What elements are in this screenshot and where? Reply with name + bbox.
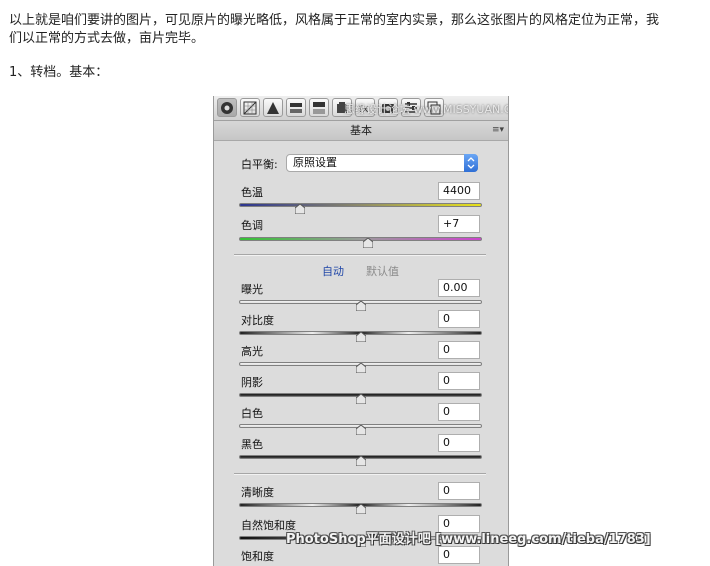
split-toning-tab-icon[interactable] [309,98,329,117]
watermark-bottom: PhotoShop平面设计吧 [www.lineeg.com/tieba/178… [286,532,651,547]
shadows-input[interactable]: 0 [438,372,480,390]
shadows-label: 阴影 [241,376,263,389]
clarity-slider-thumb[interactable] [355,499,366,515]
white-balance-select[interactable]: 原照设置 [286,154,478,172]
detail-tab-triangle-icon[interactable] [263,98,283,117]
contrast-label: 对比度 [241,314,274,327]
dropdown-chevron-icon [464,154,478,172]
saturation-input[interactable]: 0 [438,546,480,564]
blacks-label: 黑色 [241,438,263,451]
exposure-input[interactable]: 0.00 [438,279,480,297]
article-paragraph-line1: 以上就是咱们要讲的图片，可见原片的曝光略低，风格属于正常的室内实景，那么这张图片… [9,13,660,28]
default-button[interactable]: 默认值 [366,263,399,279]
temperature-label: 色温 [241,186,263,199]
section-divider [234,473,486,475]
clarity-label: 清晰度 [241,486,274,499]
article-paragraph-line2: 们以正常的方式去做，亩片完毕。 [9,31,205,46]
tint-label: 色调 [241,219,263,232]
panel-title: 基本 [350,124,372,137]
exposure-slider-thumb[interactable] [355,296,366,312]
tone-curve-tab-grid-icon[interactable] [240,98,260,117]
blacks-slider-thumb[interactable] [355,451,366,467]
white-balance-label: 白平衡: [241,158,278,171]
highlights-input[interactable]: 0 [438,341,480,359]
contrast-slider-thumb[interactable] [355,327,366,343]
tint-input[interactable]: +7 [438,215,480,233]
highlights-slider-thumb[interactable] [355,358,366,374]
auto-button[interactable]: 自动 [322,263,344,279]
whites-input[interactable]: 0 [438,403,480,421]
tint-slider-thumb[interactable] [362,233,374,249]
tint-slider-track[interactable] [239,237,482,241]
panel-menu-icon[interactable]: ≡▾ [492,123,504,137]
clarity-input[interactable]: 0 [438,482,480,500]
white-balance-value: 原照设置 [293,156,337,169]
saturation-label: 饱和度 [241,550,274,563]
section-divider [234,254,486,256]
temperature-input[interactable]: 4400 [438,182,480,200]
camera-raw-basic-panel: fx 思缘设计论坛 www.MISSYUAN.COM 基本 ≡▾ 白平衡: 原照… [213,96,509,566]
panel-section-header: 基本 ≡▾ [214,121,508,141]
blacks-input[interactable]: 0 [438,434,480,452]
basic-tab-aperture-icon[interactable] [217,98,237,117]
hsl-tab-bars-icon[interactable] [286,98,306,117]
contrast-input[interactable]: 0 [438,310,480,328]
shadows-slider-thumb[interactable] [355,389,366,405]
panel-toolbar: fx 思缘设计论坛 www.MISSYUAN.COM [214,96,508,121]
whites-label: 白色 [241,407,263,420]
whites-slider-thumb[interactable] [355,420,366,436]
watermark-top: 思缘设计论坛 www.MISSYUAN.COM [344,103,508,116]
temperature-slider-track[interactable] [239,203,482,207]
step-heading: 1、转档。基本： [9,65,109,80]
highlights-label: 高光 [241,345,263,358]
temperature-slider-thumb[interactable] [294,199,306,215]
exposure-label: 曝光 [241,283,263,296]
